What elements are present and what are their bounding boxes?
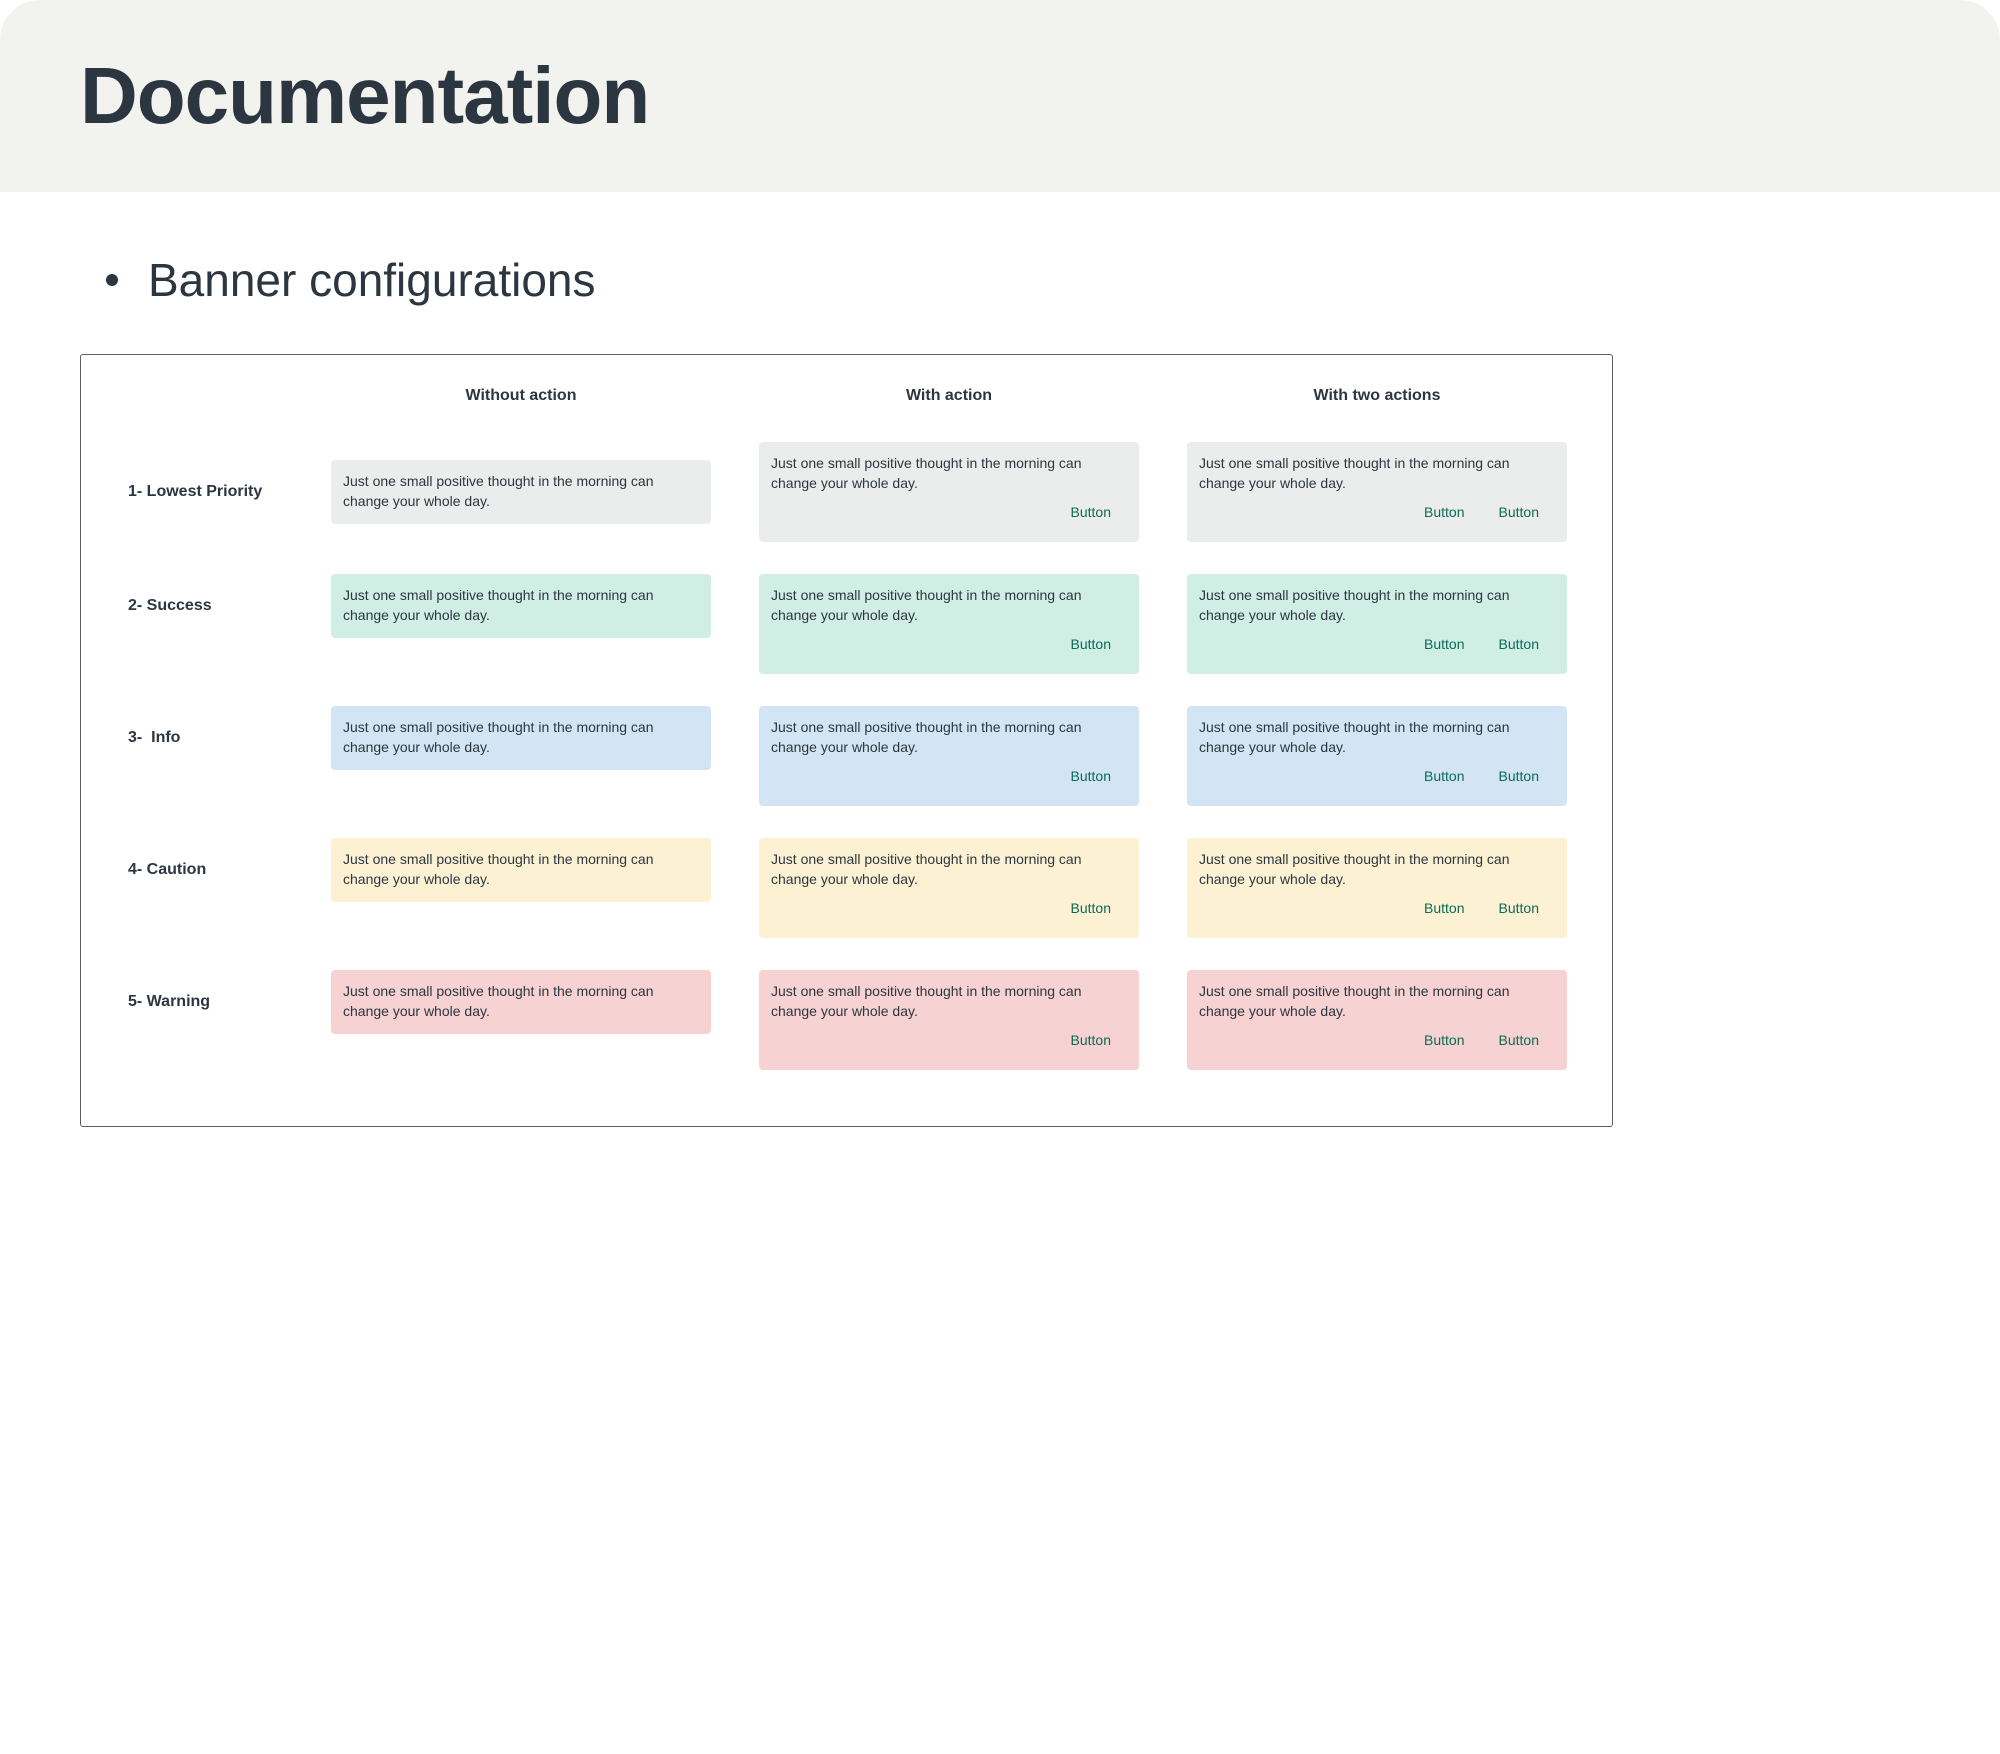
banner-action-button-1[interactable]: Button	[1424, 634, 1464, 654]
banner-success-without-action: Just one small positive thought in the m…	[331, 574, 711, 638]
banner-info-without-action: Just one small positive thought in the m…	[331, 706, 711, 770]
banner-action-button-1[interactable]: Button	[1424, 766, 1464, 786]
banner-action-button-1[interactable]: Button	[1424, 502, 1464, 522]
banner-action-button-2[interactable]: Button	[1499, 898, 1539, 918]
banner-actions: Button Button	[1424, 634, 1539, 654]
banner-actions: Button	[1071, 1030, 1111, 1050]
banner-info-with-action: Just one small positive thought in the m…	[759, 706, 1139, 806]
page-title: Documentation	[80, 51, 650, 140]
banner-actions: Button	[1071, 898, 1111, 918]
banner-action-button-2[interactable]: Button	[1499, 766, 1539, 786]
banner-success-with-two-actions: Just one small positive thought in the m…	[1187, 574, 1567, 674]
banner-actions: Button	[1071, 502, 1111, 522]
row-label-caution: 4- Caution	[128, 861, 207, 878]
banner-action-button-2[interactable]: Button	[1499, 634, 1539, 654]
banner-message: Just one small positive thought in the m…	[1199, 719, 1510, 755]
banner-actions: Button	[1071, 766, 1111, 786]
banner-actions: Button Button	[1424, 1030, 1539, 1050]
banner-lowest-with-two-actions: Just one small positive thought in the m…	[1187, 442, 1567, 542]
banner-action-button[interactable]: Button	[1071, 634, 1111, 654]
banner-success-with-action: Just one small positive thought in the m…	[759, 574, 1139, 674]
banner-action-button-1[interactable]: Button	[1424, 1030, 1464, 1050]
banner-actions: Button	[1071, 634, 1111, 654]
header: Documentation	[0, 0, 2000, 192]
section-heading-text: Banner configurations	[148, 254, 596, 306]
banner-message: Just one small positive thought in the m…	[343, 851, 654, 887]
banner-warning-without-action: Just one small positive thought in the m…	[331, 970, 711, 1034]
section-heading: Banner configurations	[106, 250, 596, 310]
banner-lowest-without-action: Just one small positive thought in the m…	[331, 460, 711, 524]
banner-message: Just one small positive thought in the m…	[1199, 983, 1510, 1019]
banner-action-button-2[interactable]: Button	[1499, 1030, 1539, 1050]
row-label-warning: 5- Warning	[128, 993, 211, 1010]
banner-message: Just one small positive thought in the m…	[771, 455, 1082, 491]
banner-message: Just one small positive thought in the m…	[343, 587, 654, 623]
banner-message: Just one small positive thought in the m…	[343, 719, 654, 755]
banner-message: Just one small positive thought in the m…	[343, 473, 654, 509]
banner-message: Just one small positive thought in the m…	[343, 983, 654, 1019]
banner-actions: Button Button	[1424, 898, 1539, 918]
column-header-without-action: Without action	[465, 387, 577, 404]
banner-action-button[interactable]: Button	[1071, 502, 1111, 522]
banner-action-button[interactable]: Button	[1071, 898, 1111, 918]
banner-message: Just one small positive thought in the m…	[771, 983, 1082, 1019]
banner-message: Just one small positive thought in the m…	[771, 587, 1082, 623]
banner-action-button[interactable]: Button	[1071, 766, 1111, 786]
banner-action-button-1[interactable]: Button	[1424, 898, 1464, 918]
banner-actions: Button Button	[1424, 502, 1539, 522]
banner-message: Just one small positive thought in the m…	[771, 851, 1082, 887]
banner-caution-with-two-actions: Just one small positive thought in the m…	[1187, 838, 1567, 938]
banner-caution-without-action: Just one small positive thought in the m…	[331, 838, 711, 902]
banner-configurations-table: Without action With action With two acti…	[80, 354, 1613, 1127]
banner-caution-with-action: Just one small positive thought in the m…	[759, 838, 1139, 938]
banner-actions: Button Button	[1424, 766, 1539, 786]
banner-warning-with-two-actions: Just one small positive thought in the m…	[1187, 970, 1567, 1070]
bullet-icon	[106, 274, 118, 286]
banner-message: Just one small positive thought in the m…	[1199, 455, 1510, 491]
banner-message: Just one small positive thought in the m…	[771, 719, 1082, 755]
column-header-with-action: With action	[905, 387, 993, 404]
banner-lowest-with-action: Just one small positive thought in the m…	[759, 442, 1139, 542]
banner-warning-with-action: Just one small positive thought in the m…	[759, 970, 1139, 1070]
row-label-lowest-priority: 1- Lowest Priority	[128, 483, 263, 500]
page: Documentation Banner configurations With…	[0, 0, 2000, 1754]
banner-message: Just one small positive thought in the m…	[1199, 587, 1510, 623]
banner-info-with-two-actions: Just one small positive thought in the m…	[1187, 706, 1567, 806]
row-label-success: 2- Success	[128, 597, 212, 614]
row-label-info: 3- Info	[128, 729, 181, 746]
banner-message: Just one small positive thought in the m…	[1199, 851, 1510, 887]
banner-action-button[interactable]: Button	[1071, 1030, 1111, 1050]
column-header-with-two-actions: With two actions	[1313, 387, 1441, 404]
banner-action-button-2[interactable]: Button	[1499, 502, 1539, 522]
